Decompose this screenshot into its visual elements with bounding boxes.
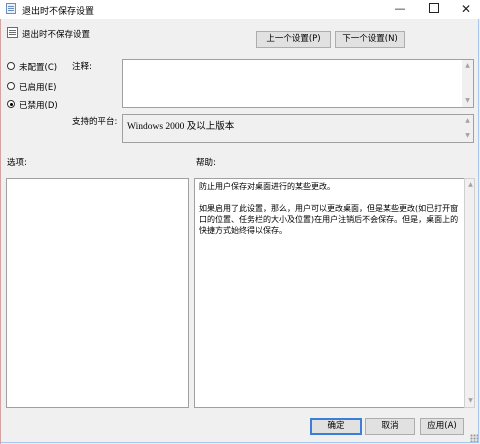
radio-disabled[interactable]: 已禁用(D) xyxy=(7,99,77,111)
radio-circle[interactable] xyxy=(7,82,15,90)
comment-textarea[interactable]: ▲ ▼ xyxy=(122,59,474,108)
maximize-icon xyxy=(429,3,439,13)
radio-enabled[interactable]: 已启用(E) xyxy=(7,81,77,93)
supported-on-scrollbar[interactable]: ▲ ▼ xyxy=(462,115,473,142)
comment-label: 注释: xyxy=(72,62,92,72)
apply-button[interactable]: 应用(A) xyxy=(420,418,464,435)
policy-setting-icon xyxy=(6,3,16,14)
supported-on-value: Windows 2000 及以上版本 xyxy=(127,122,235,132)
next-setting-button[interactable]: 下一个设置(N) xyxy=(335,31,405,48)
scroll-down-icon[interactable]: ▼ xyxy=(464,97,471,105)
help-label: 帮助: xyxy=(196,158,216,168)
comment-scrollbar[interactable]: ▲ ▼ xyxy=(462,60,473,107)
options-panel xyxy=(6,178,189,408)
scroll-up-icon[interactable]: ▲ xyxy=(464,62,471,70)
help-paragraph: 如果启用了此设置，那么，用户可以更改桌面，但是某些更改(如已打开窗口的位置、任务… xyxy=(199,204,459,235)
radio-circle-selected[interactable] xyxy=(7,100,15,108)
scroll-up-icon[interactable]: ▲ xyxy=(467,181,474,189)
close-button[interactable]: ✕ xyxy=(451,0,480,19)
radio-label: 已禁用(D) xyxy=(19,101,58,111)
help-panel: 防止用户保存对桌面进行的某些更改。 如果启用了此设置，那么，用户可以更改桌面，但… xyxy=(194,178,465,408)
window-edge xyxy=(0,19,1,444)
scroll-down-icon[interactable]: ▼ xyxy=(467,397,474,405)
ok-button[interactable]: 确定 xyxy=(310,418,362,435)
radio-label: 未配置(C) xyxy=(19,63,58,73)
help-text: 防止用户保存对桌面进行的某些更改。 如果启用了此设置，那么，用户可以更改桌面，但… xyxy=(199,181,460,247)
scroll-up-icon[interactable]: ▲ xyxy=(464,117,471,125)
setting-name: 退出时不保存设置 xyxy=(22,30,91,40)
radio-not-configured[interactable]: 未配置(C) xyxy=(7,61,77,73)
minimize-button[interactable]: — xyxy=(385,0,415,19)
resize-grip-icon[interactable] xyxy=(470,434,478,442)
maximize-button[interactable] xyxy=(419,0,449,19)
previous-setting-button[interactable]: 上一个设置(P) xyxy=(256,31,331,48)
setting-icon xyxy=(7,27,18,38)
scroll-down-icon[interactable]: ▼ xyxy=(464,132,471,140)
supported-on-field: Windows 2000 及以上版本 ▲ ▼ xyxy=(122,114,474,143)
window-title: 退出时不保存设置 xyxy=(22,7,95,17)
title-bar[interactable]: 退出时不保存设置 — ✕ xyxy=(0,0,480,19)
help-scrollbar[interactable]: ▲ ▼ xyxy=(464,178,475,408)
radio-label: 已启用(E) xyxy=(19,83,57,93)
supported-on-label: 支持的平台: xyxy=(72,117,118,127)
radio-circle[interactable] xyxy=(7,62,15,70)
options-label: 选项: xyxy=(7,158,27,168)
help-paragraph: 防止用户保存对桌面进行的某些更改。 xyxy=(199,182,335,191)
cancel-button[interactable]: 取消 xyxy=(365,418,415,435)
